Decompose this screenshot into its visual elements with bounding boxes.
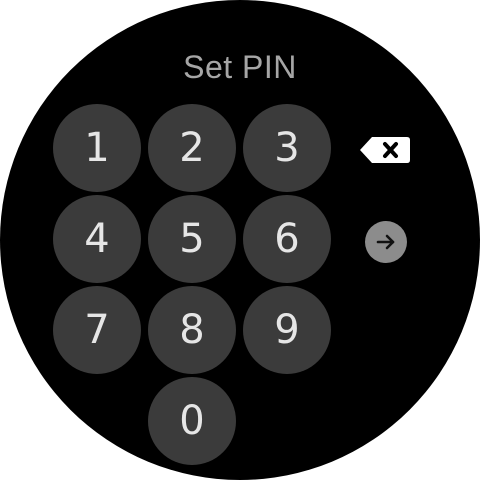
key-3[interactable]: 3 [243,104,331,192]
key-2[interactable]: 2 [148,104,236,192]
key-8[interactable]: 8 [148,286,236,374]
backspace-icon [360,137,410,163]
key-4[interactable]: 4 [53,195,141,283]
backspace-button[interactable] [358,135,412,165]
key-7[interactable]: 7 [53,286,141,374]
submit-button[interactable] [365,221,407,263]
page-title: Set PIN [183,49,297,85]
key-1[interactable]: 1 [53,104,141,192]
key-0[interactable]: 0 [148,377,236,465]
arrow-right-icon [376,234,395,250]
key-5[interactable]: 5 [148,195,236,283]
key-6[interactable]: 6 [243,195,331,283]
watch-screen: Set PIN 1 2 3 4 5 6 7 8 9 0 [0,0,480,480]
key-9[interactable]: 9 [243,286,331,374]
